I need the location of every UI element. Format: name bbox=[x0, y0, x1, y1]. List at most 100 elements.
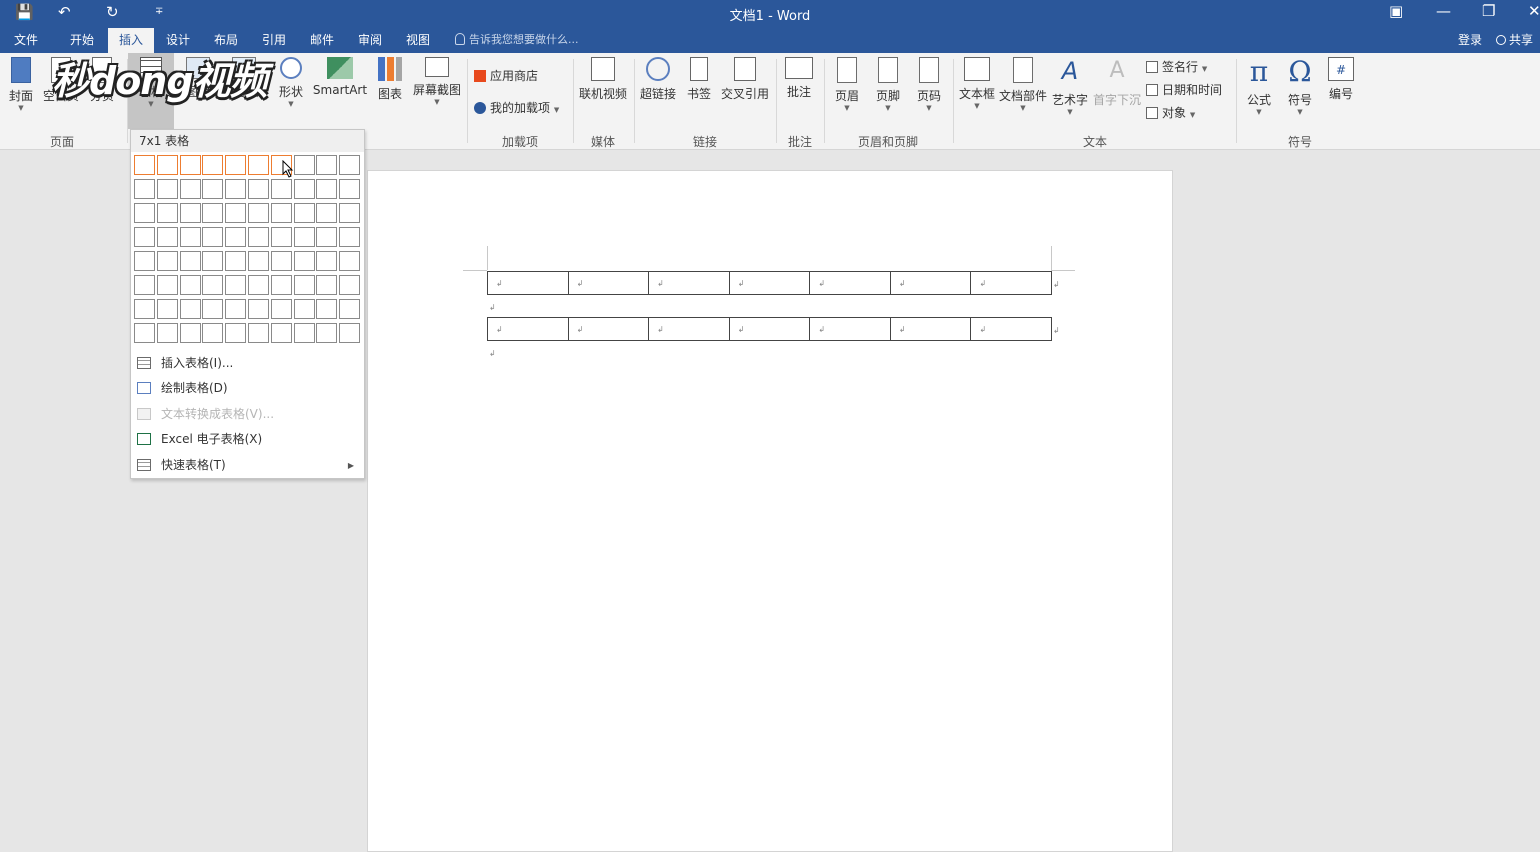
minimize-icon[interactable]: — bbox=[1436, 2, 1451, 20]
table-cell[interactable]: ↲ bbox=[971, 272, 1051, 294]
table-grid-cell[interactable] bbox=[156, 227, 178, 247]
number-button[interactable]: # 编号 bbox=[1318, 57, 1364, 102]
share-button[interactable]: 共享 bbox=[1496, 28, 1533, 52]
table-cell[interactable]: ↲ bbox=[971, 318, 1051, 340]
table-grid-cell[interactable] bbox=[270, 251, 292, 271]
table-grid-cell[interactable] bbox=[156, 155, 178, 175]
tab-review[interactable]: 审阅 bbox=[349, 28, 391, 53]
table-grid-cell[interactable] bbox=[316, 227, 338, 247]
table-grid-cell[interactable] bbox=[202, 323, 224, 343]
table-grid-cell[interactable] bbox=[202, 227, 224, 247]
table-grid-cell[interactable] bbox=[179, 203, 201, 223]
table-grid-cell[interactable] bbox=[316, 179, 338, 199]
table-grid-cell[interactable] bbox=[248, 251, 269, 271]
footer-button[interactable]: 页脚 ▼ bbox=[865, 57, 911, 112]
table-grid-cell[interactable] bbox=[339, 251, 361, 271]
table-cell[interactable]: ↲ bbox=[649, 272, 730, 294]
table-grid-cell[interactable] bbox=[270, 275, 292, 295]
table-grid-cell[interactable] bbox=[316, 323, 338, 343]
chart-button[interactable]: 图表 bbox=[367, 57, 413, 102]
menu-insert-table[interactable]: 插入表格(I)... bbox=[131, 351, 364, 376]
table-grid-cell[interactable] bbox=[248, 275, 269, 295]
menu-draw-table[interactable]: 绘制表格(D) bbox=[131, 376, 364, 401]
close-icon[interactable]: ✕ bbox=[1528, 2, 1540, 20]
table-grid-cell[interactable] bbox=[202, 299, 224, 319]
table-grid-cell[interactable] bbox=[134, 251, 155, 271]
table-cell[interactable]: ↲ bbox=[488, 318, 569, 340]
my-addins-button[interactable]: 我的加载项 ▼ bbox=[474, 98, 559, 118]
table-grid-cell[interactable] bbox=[293, 251, 315, 271]
table-cell[interactable]: ↲ bbox=[730, 272, 811, 294]
tab-view[interactable]: 视图 bbox=[397, 28, 439, 53]
table-cell[interactable]: ↲ bbox=[488, 272, 569, 294]
table-grid-cell[interactable] bbox=[179, 227, 201, 247]
table-grid-cell[interactable] bbox=[225, 203, 247, 223]
table-grid-cell[interactable] bbox=[179, 179, 201, 199]
table-grid-cell[interactable] bbox=[248, 203, 269, 223]
table-grid-cell[interactable] bbox=[316, 299, 338, 319]
table-grid-cell[interactable] bbox=[225, 275, 247, 295]
store-button[interactable]: 应用商店 bbox=[474, 66, 538, 86]
table-grid-cell[interactable] bbox=[316, 275, 338, 295]
tab-file[interactable]: 文件 bbox=[5, 28, 47, 53]
table-grid-cell[interactable] bbox=[156, 299, 178, 319]
signature-line-button[interactable]: 签名行 ▼ bbox=[1146, 57, 1207, 77]
table-grid-cell[interactable] bbox=[248, 299, 269, 319]
shapes-button[interactable]: 形状 ▼ bbox=[268, 57, 314, 108]
drop-cap-button[interactable]: A 首字下沉 bbox=[1091, 57, 1143, 108]
table-grid-cell[interactable] bbox=[316, 155, 338, 175]
table-grid-cell[interactable] bbox=[293, 179, 315, 199]
table-grid-cell[interactable] bbox=[134, 299, 155, 319]
screenshot-button[interactable]: 屏幕截图 ▼ bbox=[410, 57, 464, 106]
cross-reference-button[interactable]: 交叉引用 bbox=[718, 57, 772, 102]
table-grid-cell[interactable] bbox=[248, 179, 269, 199]
sign-in-link[interactable]: 登录 bbox=[1458, 28, 1482, 52]
equation-button[interactable]: π 公式 ▼ bbox=[1236, 57, 1282, 117]
wordart-button[interactable]: A 艺术字 ▼ bbox=[1047, 57, 1093, 116]
table-grid-cell[interactable] bbox=[293, 323, 315, 343]
page-number-button[interactable]: 页码 ▼ bbox=[906, 57, 952, 112]
table-grid-cell[interactable] bbox=[179, 323, 201, 343]
online-video-button[interactable]: 联机视频 bbox=[576, 57, 630, 102]
ribbon-display-options-icon[interactable]: ▣ bbox=[1389, 2, 1403, 20]
table-grid-cell[interactable] bbox=[339, 299, 361, 319]
table-grid-cell[interactable] bbox=[293, 155, 315, 175]
table-grid-cell[interactable] bbox=[202, 179, 224, 199]
table-grid-cell[interactable] bbox=[248, 323, 269, 343]
table-grid-cell[interactable] bbox=[248, 227, 269, 247]
table-grid-cell[interactable] bbox=[134, 155, 155, 175]
restore-icon[interactable]: ❐ bbox=[1482, 2, 1495, 20]
table-grid-cell[interactable] bbox=[202, 251, 224, 271]
table-grid-cell[interactable] bbox=[225, 299, 247, 319]
quick-parts-button[interactable]: 文档部件 ▼ bbox=[997, 57, 1049, 112]
table-grid-cell[interactable] bbox=[339, 155, 361, 175]
menu-excel-spreadsheet[interactable]: Excel 电子表格(X) bbox=[131, 427, 364, 452]
table-grid-cell[interactable] bbox=[202, 203, 224, 223]
table-cell[interactable]: ↲ bbox=[569, 318, 650, 340]
table-grid-cell[interactable] bbox=[134, 203, 155, 223]
textbox-button[interactable]: 文本框 ▼ bbox=[954, 57, 1000, 110]
table-grid-cell[interactable] bbox=[270, 179, 292, 199]
smartart-button[interactable]: SmartArt bbox=[311, 57, 369, 97]
table-grid-cell[interactable] bbox=[339, 203, 361, 223]
table-grid-cell[interactable] bbox=[134, 323, 155, 343]
table-grid-cell[interactable] bbox=[225, 179, 247, 199]
header-button[interactable]: 页眉 ▼ bbox=[824, 57, 870, 112]
comment-button[interactable]: 批注 bbox=[776, 57, 822, 100]
table-size-grid[interactable] bbox=[134, 155, 362, 347]
table-grid-cell[interactable] bbox=[339, 275, 361, 295]
table-grid-cell[interactable] bbox=[156, 251, 178, 271]
table-grid-cell[interactable] bbox=[156, 203, 178, 223]
table-grid-cell[interactable] bbox=[316, 203, 338, 223]
table-grid-cell[interactable] bbox=[202, 275, 224, 295]
table-grid-cell[interactable] bbox=[293, 203, 315, 223]
table-grid-cell[interactable] bbox=[270, 299, 292, 319]
table-grid-cell[interactable] bbox=[225, 155, 247, 175]
document-table[interactable]: ↲ ↲ ↲ ↲ ↲ ↲ ↲ bbox=[487, 317, 1052, 341]
table-cell[interactable]: ↲ bbox=[730, 318, 811, 340]
table-cell[interactable]: ↲ bbox=[569, 272, 650, 294]
table-grid-cell[interactable] bbox=[339, 179, 361, 199]
table-grid-cell[interactable] bbox=[134, 179, 155, 199]
table-grid-cell[interactable] bbox=[339, 227, 361, 247]
table-grid-cell[interactable] bbox=[179, 251, 201, 271]
